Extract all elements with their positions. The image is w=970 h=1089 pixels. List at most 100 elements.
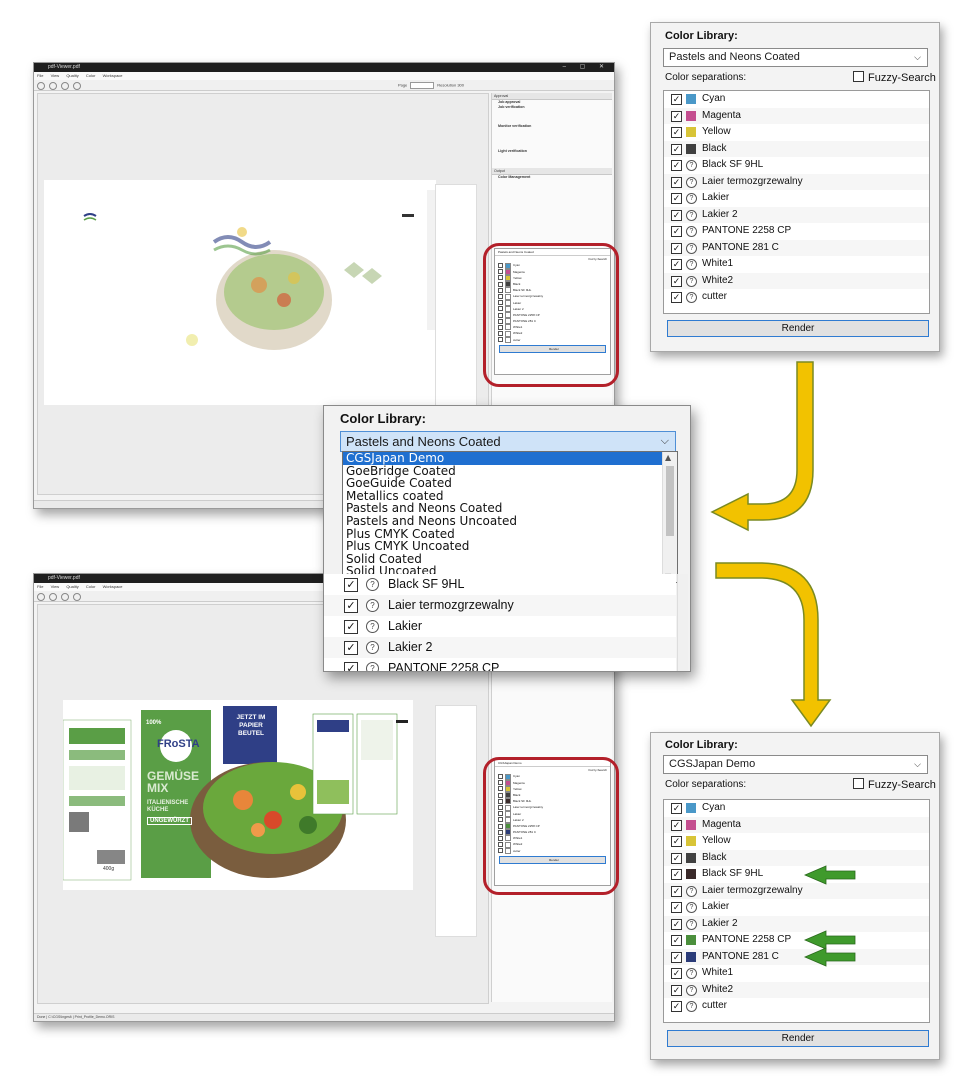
separation-checkbox[interactable]: ✓ — [671, 869, 682, 880]
separation-checkbox[interactable]: ✓ — [671, 94, 682, 105]
library-select[interactable]: CGSJapan Demo ⌵ — [663, 755, 928, 774]
separation-checkbox[interactable]: ✓ — [671, 885, 682, 897]
separation-checkbox[interactable]: ✓ — [671, 226, 682, 237]
separation-row-pantone-281-c[interactable]: ✓ PANTONE 281 C — [664, 948, 929, 965]
fit-icon[interactable] — [61, 82, 69, 90]
library-select[interactable]: Pastels and Neons Coated ⌵ — [663, 48, 928, 67]
pin-icon[interactable] — [73, 593, 81, 601]
separation-row-lakier-2[interactable]: ✓? Lakier 2 — [324, 637, 676, 658]
menu-color[interactable]: Color — [86, 73, 96, 78]
menu-quality[interactable]: Quality — [66, 584, 78, 589]
separation-row-black[interactable]: ✓ Black — [664, 140, 929, 157]
separation-checkbox[interactable]: ✓ — [671, 918, 682, 930]
fit-icon[interactable] — [61, 593, 69, 601]
separation-checkbox[interactable]: ✓ — [671, 160, 682, 171]
scroll-thumb[interactable] — [666, 466, 674, 536]
separation-checkbox[interactable]: ✓ — [671, 143, 682, 155]
separation-row-yellow[interactable]: ✓ Yellow — [664, 833, 929, 850]
scroll-up-icon[interactable]: ▲ — [665, 453, 671, 462]
fuzzy-search-toggle[interactable]: Fuzzy-Search — [853, 71, 936, 84]
separation-row-cutter[interactable]: ✓? cutter — [664, 289, 929, 306]
popup-scrollbar[interactable] — [677, 574, 688, 671]
separation-checkbox[interactable]: ✓ — [344, 662, 358, 671]
separation-row-magenta[interactable]: ✓ Magenta — [664, 816, 929, 833]
separation-row-laier-termozgrzewalny[interactable]: ✓? Laier termozgrzewalny — [664, 882, 929, 899]
menu-view[interactable]: View — [51, 73, 60, 78]
pin-icon[interactable] — [73, 82, 81, 90]
separation-row-lakier[interactable]: ✓? Lakier — [664, 190, 929, 207]
separation-row-white1[interactable]: ✓? White1 — [664, 256, 929, 273]
refresh-icon[interactable] — [37, 82, 45, 90]
page-input[interactable] — [410, 82, 435, 89]
separation-row-laier-termozgrzewalny[interactable]: ✓? Laier termozgrzewalny — [664, 173, 929, 190]
library-option-plus-cmyk-uncoated[interactable]: Plus CMYK Uncoated — [343, 540, 677, 553]
separation-checkbox[interactable]: ✓ — [671, 292, 682, 303]
separation-checkbox[interactable]: ✓ — [671, 1001, 682, 1012]
separation-row-yellow[interactable]: ✓ Yellow — [664, 124, 929, 141]
menu-view[interactable]: View — [51, 584, 60, 589]
library-select-open[interactable]: Pastels and Neons Coated ⌵ — [340, 431, 676, 452]
separation-checkbox[interactable]: ✓ — [671, 984, 682, 996]
separation-checkbox[interactable]: ✓ — [344, 641, 358, 655]
separation-row-black[interactable]: ✓ Black — [664, 849, 929, 866]
separation-row-lakier[interactable]: ✓? Lakier — [324, 616, 676, 637]
separation-row-lakier-2[interactable]: ✓? Lakier 2 — [664, 206, 929, 223]
separation-row-lakier[interactable]: ✓? Lakier — [664, 899, 929, 916]
separation-checkbox[interactable]: ✓ — [671, 803, 682, 814]
separation-row-white2[interactable]: ✓? White2 — [664, 981, 929, 998]
separation-row-pantone-281-c[interactable]: ✓? PANTONE 281 C — [664, 239, 929, 256]
render-button[interactable]: Render — [667, 1030, 929, 1047]
library-option-cgsjapan-demo[interactable]: CGSJapan Demo — [343, 452, 677, 465]
separation-row-black-sf-9hl[interactable]: ✓? Black SF 9HL — [664, 157, 929, 174]
render-button[interactable]: Render — [667, 320, 929, 337]
separation-row-cyan[interactable]: ✓ Cyan — [664, 800, 929, 817]
separation-row-black-sf-9hl[interactable]: ✓ Black SF 9HL — [664, 866, 929, 883]
separation-checkbox[interactable]: ✓ — [671, 819, 682, 831]
separation-checkbox[interactable]: ✓ — [671, 193, 682, 204]
library-option-goeguide-coated[interactable]: GoeGuide Coated — [343, 477, 677, 490]
separation-row-pantone-2258-cp[interactable]: ✓ PANTONE 2258 CP — [664, 932, 929, 949]
separation-checkbox[interactable]: ✓ — [671, 259, 682, 270]
separation-row-cutter[interactable]: ✓? cutter — [664, 998, 929, 1015]
separation-checkbox[interactable]: ✓ — [671, 176, 682, 188]
menu-workspace[interactable]: Workspace — [103, 73, 123, 78]
separation-checkbox[interactable]: ✓ — [671, 968, 682, 979]
separation-row-black-sf-9hl[interactable]: ✓? Black SF 9HL — [324, 574, 676, 595]
fuzzy-search-checkbox[interactable] — [853, 71, 864, 82]
separation-checkbox[interactable]: ✓ — [671, 951, 682, 963]
separation-row-cyan[interactable]: ✓ Cyan — [664, 91, 929, 108]
separation-row-lakier-2[interactable]: ✓? Lakier 2 — [664, 915, 929, 932]
menu-quality[interactable]: Quality — [66, 73, 78, 78]
menu-workspace[interactable]: Workspace — [103, 584, 123, 589]
zoom-icon[interactable] — [49, 593, 57, 601]
separation-row-magenta[interactable]: ✓ Magenta — [664, 107, 929, 124]
menu-file[interactable]: File — [37, 73, 43, 78]
separation-row-white1[interactable]: ✓? White1 — [664, 965, 929, 982]
separation-checkbox[interactable]: ✓ — [671, 275, 682, 287]
library-option-pastels-and-neons-uncoated[interactable]: Pastels and Neons Uncoated — [343, 515, 677, 528]
fuzzy-search-toggle[interactable]: Fuzzy-Search — [853, 778, 936, 791]
zoom-icon[interactable] — [49, 82, 57, 90]
separation-checkbox[interactable]: ✓ — [344, 599, 358, 613]
separation-row-pantone-2258-cp[interactable]: ✓? PANTONE 2258 CP — [324, 658, 676, 671]
resolution-value[interactable]: 300 — [457, 83, 464, 88]
separation-checkbox[interactable]: ✓ — [671, 209, 682, 221]
dropdown-scrollbar[interactable]: ▲▼ — [662, 452, 677, 582]
menu-file[interactable]: File — [37, 584, 43, 589]
separation-checkbox[interactable]: ✓ — [671, 127, 682, 138]
separation-checkbox[interactable]: ✓ — [671, 242, 682, 254]
separation-checkbox[interactable]: ✓ — [344, 578, 358, 592]
separation-checkbox[interactable]: ✓ — [344, 620, 358, 634]
separation-checkbox[interactable]: ✓ — [671, 902, 682, 913]
fuzzy-search-checkbox[interactable] — [853, 778, 864, 789]
separation-checkbox[interactable]: ✓ — [671, 852, 682, 864]
refresh-icon[interactable] — [37, 593, 45, 601]
separation-checkbox[interactable]: ✓ — [671, 836, 682, 847]
separation-checkbox[interactable]: ✓ — [671, 110, 682, 122]
separation-row-laier-termozgrzewalny[interactable]: ✓? Laier termozgrzewalny — [324, 595, 676, 616]
window-controls[interactable]: – ▢ ✕ — [563, 63, 610, 72]
separation-row-pantone-2258-cp[interactable]: ✓? PANTONE 2258 CP — [664, 223, 929, 240]
separation-row-white2[interactable]: ✓? White2 — [664, 272, 929, 289]
separation-checkbox[interactable]: ✓ — [671, 935, 682, 946]
menu-color[interactable]: Color — [86, 584, 96, 589]
